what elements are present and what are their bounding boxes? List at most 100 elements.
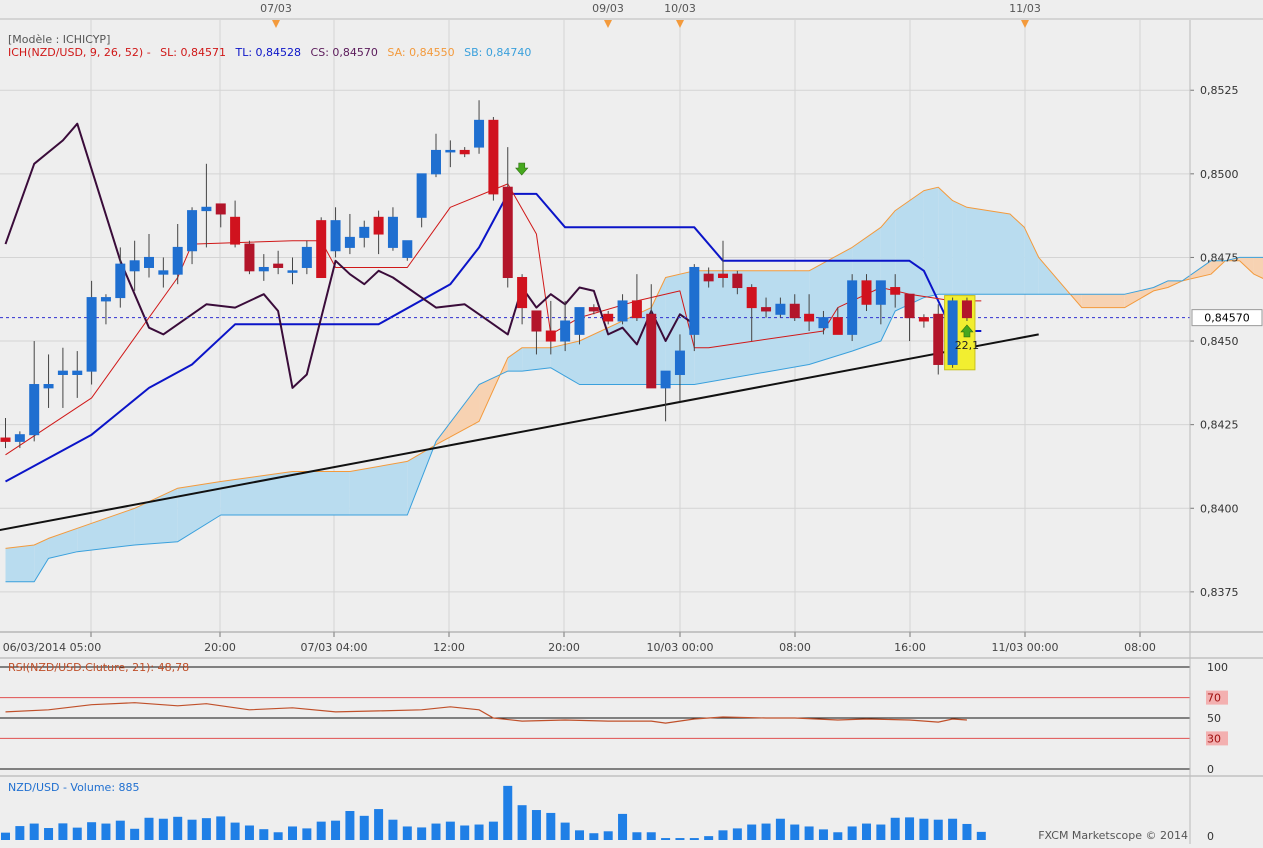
- volume-bar: [546, 813, 555, 840]
- time-axis-label: 10/03 00:00: [647, 641, 714, 654]
- bearish-candle: [518, 278, 527, 308]
- bullish-candle: [417, 174, 426, 217]
- bullish-candle: [188, 211, 197, 251]
- bullish-candle: [202, 207, 211, 210]
- bearish-candle: [891, 288, 900, 295]
- price-badge-text: 0,84570: [1204, 312, 1250, 325]
- volume-bar: [145, 818, 154, 840]
- volume-bar: [159, 819, 168, 840]
- volume-bar: [503, 786, 512, 840]
- volume-bar: [833, 832, 842, 840]
- bullish-candle: [819, 318, 828, 328]
- bullish-candle: [575, 308, 584, 335]
- bearish-candle: [704, 274, 713, 281]
- bearish-candle: [647, 314, 656, 388]
- volume-bar: [15, 826, 24, 840]
- volume-bar: [446, 822, 455, 840]
- price-tick-label: 0,8400: [1200, 502, 1239, 515]
- volume-bar: [58, 823, 67, 840]
- volume-bar: [202, 818, 211, 840]
- volume-bar: [962, 824, 971, 840]
- volume-bar: [704, 836, 713, 840]
- volume-bar: [1, 833, 10, 840]
- volume-bar: [618, 814, 627, 840]
- bearish-candle: [790, 304, 799, 317]
- time-axis-label: 20:00: [204, 641, 236, 654]
- top-date-label: 10/03: [664, 2, 696, 15]
- bearish-candle: [733, 274, 742, 287]
- price-tick-label: 0,8375: [1200, 586, 1239, 599]
- rsi-tick-label: 50: [1207, 712, 1221, 725]
- cloud-segment: [967, 207, 1010, 294]
- bearish-candle: [274, 264, 283, 267]
- volume-bar: [274, 832, 283, 840]
- bullish-candle: [446, 150, 455, 152]
- volume-bar: [891, 818, 900, 840]
- volume-bar: [690, 838, 699, 840]
- time-axis-label: 16:00: [894, 641, 926, 654]
- volume-bar: [733, 828, 742, 840]
- bullish-candle: [302, 247, 311, 267]
- bearish-candle: [231, 217, 240, 244]
- volume-bar: [288, 826, 297, 840]
- bearish-candle: [532, 311, 541, 331]
- bullish-candle: [661, 371, 670, 388]
- volume-bar: [675, 838, 684, 840]
- bearish-candle: [919, 318, 928, 321]
- bullish-candle: [345, 237, 354, 247]
- volume-bar: [632, 832, 641, 840]
- bearish-candle: [216, 204, 225, 214]
- volume-bar: [317, 822, 326, 840]
- bullish-candle: [475, 120, 484, 147]
- bearish-candle: [374, 217, 383, 234]
- volume-bar: [44, 828, 53, 840]
- bearish-candle: [546, 331, 555, 341]
- volume-bar: [73, 828, 82, 840]
- bearish-candle: [245, 244, 254, 271]
- time-axis-label: 20:00: [548, 641, 580, 654]
- volume-bar: [130, 829, 139, 840]
- cloud-segment: [953, 201, 967, 295]
- signal-annotation: 22,1: [955, 339, 980, 352]
- price-tick-label: 0,8525: [1200, 84, 1239, 97]
- volume-bar: [776, 819, 785, 840]
- rsi-tick-label: 0: [1207, 763, 1214, 776]
- bearish-candle: [460, 150, 469, 153]
- model-label: [Modèle : ICHICYP]: [8, 33, 110, 46]
- price-tick-label: 0,8425: [1200, 419, 1239, 432]
- volume-bar: [977, 832, 986, 840]
- volume-bar: [417, 827, 426, 840]
- price-tick-label: 0,8475: [1200, 251, 1239, 264]
- volume-bar: [116, 821, 125, 840]
- bullish-candle: [58, 371, 67, 374]
- volume-bar: [589, 833, 598, 840]
- top-date-label: 11/03: [1009, 2, 1041, 15]
- bullish-candle: [876, 281, 885, 304]
- rsi-tick-label: 30: [1207, 732, 1221, 745]
- volume-bar: [403, 826, 412, 840]
- volume-bar: [790, 825, 799, 840]
- volume-bar: [460, 826, 469, 841]
- chart-canvas: 0305070100 0 0,83750,84000,84250,84500,8…: [0, 0, 1263, 844]
- cloud-segment: [1082, 294, 1125, 307]
- bearish-candle: [489, 120, 498, 194]
- bearish-candle: [317, 221, 326, 278]
- cloud-segment: [938, 187, 952, 294]
- bearish-candle: [862, 281, 871, 304]
- volume-bar: [101, 824, 110, 840]
- volume-bar: [604, 831, 613, 840]
- volume-bar: [747, 825, 756, 840]
- volume-bar: [302, 828, 311, 840]
- volume-bar: [805, 826, 814, 840]
- volume-bar: [30, 824, 39, 840]
- time-axis-label: 12:00: [433, 641, 465, 654]
- volume-bar: [259, 829, 268, 840]
- chart-window: 0305070100 0 0,83750,84000,84250,84500,8…: [0, 0, 1263, 844]
- volume-bar: [819, 829, 828, 840]
- rsi-tick-label: 70: [1207, 692, 1221, 705]
- bullish-candle: [618, 301, 627, 321]
- volume-bar: [374, 809, 383, 840]
- bullish-candle: [87, 298, 96, 372]
- volume-bar: [345, 811, 354, 840]
- bullish-candle: [101, 298, 110, 301]
